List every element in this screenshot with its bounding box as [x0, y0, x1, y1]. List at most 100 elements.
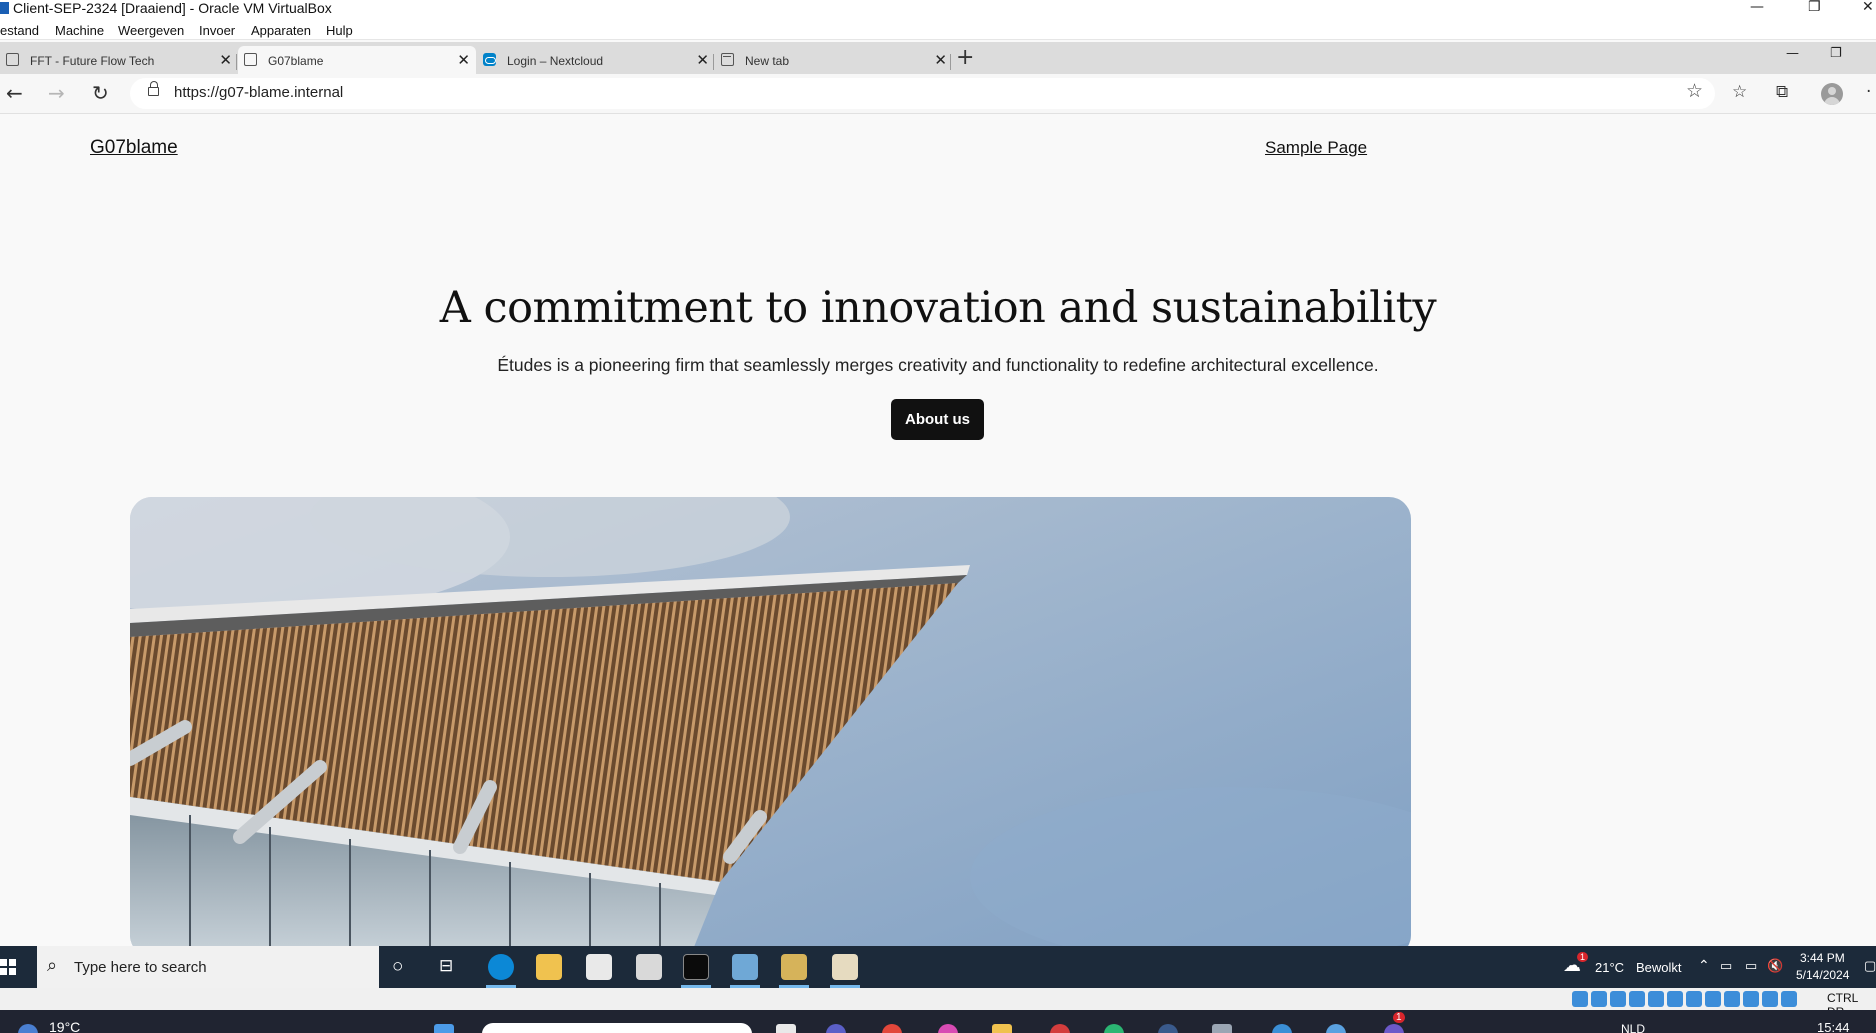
start-icon[interactable]	[0, 959, 17, 976]
collections-icon[interactable]: ⧉	[1776, 82, 1788, 102]
menu-item-input[interactable]: Invoer	[199, 23, 235, 38]
taskbar-time[interactable]: 3:44 PM	[1800, 951, 1845, 965]
tab-label: Login – Nextcloud	[507, 54, 604, 68]
task-view-icon[interactable]: ⊟	[439, 956, 453, 976]
store-icon[interactable]	[586, 954, 612, 980]
profile-avatar-icon[interactable]	[1821, 83, 1843, 105]
vbox-device-icons[interactable]	[1572, 991, 1800, 1011]
cpu-icon[interactable]	[1743, 991, 1759, 1007]
tab-new-tab[interactable]: New tab ✕	[715, 46, 953, 74]
file-explorer-icon[interactable]	[536, 954, 562, 980]
back-arrow-icon[interactable]: ←	[6, 81, 23, 105]
host-app-icon[interactable]	[1384, 1024, 1404, 1033]
host-folder-icon[interactable]	[992, 1024, 1012, 1033]
host-virtualbox-icon[interactable]	[1212, 1024, 1232, 1033]
host-app-icon[interactable]	[1326, 1024, 1346, 1033]
favorites-list-icon[interactable]: ☆	[1732, 82, 1747, 102]
page-icon	[244, 53, 257, 66]
optical-drive-icon[interactable]	[1591, 991, 1607, 1007]
mail-icon[interactable]	[636, 954, 662, 980]
host-app-icon[interactable]	[1272, 1024, 1292, 1033]
menu-item-file[interactable]: estand	[0, 23, 39, 38]
host-weather-icon[interactable]	[18, 1024, 38, 1033]
browser-minimize-icon[interactable]: —	[1786, 46, 1799, 61]
tab-nextcloud-login[interactable]: Login – Nextcloud ✕	[477, 46, 715, 74]
host-app-icon[interactable]	[1050, 1024, 1070, 1033]
display-icon[interactable]	[1705, 991, 1721, 1007]
notepad-icon[interactable]	[832, 954, 858, 980]
close-icon[interactable]: ✕	[1862, 0, 1874, 15]
site-title-link[interactable]: G07blame	[90, 137, 178, 159]
menu-item-view[interactable]: Weergeven	[118, 23, 184, 38]
nav-link-sample-page[interactable]: Sample Page	[1265, 138, 1367, 158]
display-icon[interactable]: ▭	[1745, 958, 1757, 974]
browser-toolbar: ← → ↻ https://g07-blame.internal ☆ ☆ ⧉ ·	[0, 74, 1876, 114]
taskbar-date[interactable]: 5/14/2024	[1796, 968, 1849, 982]
host-clock[interactable]: 15:44	[1817, 1020, 1850, 1033]
close-tab-icon[interactable]: ✕	[457, 51, 470, 69]
new-tab-plus-icon[interactable]: +	[956, 45, 974, 70]
edge-browser-icon[interactable]	[488, 954, 514, 980]
menu-item-devices[interactable]: Apparaten	[251, 23, 311, 38]
search-icon: ⌕	[47, 955, 58, 976]
restore-icon[interactable]: ❐	[1808, 0, 1821, 15]
lock-icon[interactable]	[148, 81, 159, 96]
cortana-icon[interactable]: ○	[392, 956, 403, 978]
network-icon[interactable]: ▭	[1720, 958, 1732, 974]
refresh-icon[interactable]: ↻	[92, 81, 109, 105]
taskbar-search-box[interactable]: ⌕ Type here to search	[37, 946, 379, 988]
minimize-icon[interactable]: —	[1750, 0, 1764, 15]
host-taskbar: 19°C 1 NLD 15:44	[0, 1010, 1876, 1033]
terminal-icon[interactable]	[683, 954, 709, 980]
browser-restore-icon[interactable]: ❐	[1830, 46, 1842, 61]
new-tab-icon	[721, 53, 734, 66]
forward-arrow-icon[interactable]: →	[48, 81, 65, 105]
more-options-icon[interactable]: ·	[1866, 82, 1871, 102]
shared-folder-icon[interactable]	[1686, 991, 1702, 1007]
volume-muted-icon[interactable]: 🔇	[1767, 958, 1783, 974]
host-badge: 1	[1393, 1012, 1405, 1023]
weather-temp[interactable]: 21°C	[1595, 960, 1624, 975]
close-tab-icon[interactable]: ✕	[219, 51, 232, 69]
recording-icon[interactable]	[1724, 991, 1740, 1007]
host-app-icon[interactable]	[882, 1024, 902, 1033]
vbox-status-bar: CTRL DR	[0, 988, 1876, 1019]
windows-taskbar: ⌕ Type here to search ○ ⊟ ☁ 1 21°C Bewol…	[0, 946, 1876, 988]
menu-item-machine[interactable]: Machine	[55, 23, 104, 38]
notification-icon[interactable]: ▢	[1864, 958, 1876, 974]
host-app-icon[interactable]	[826, 1024, 846, 1033]
host-task-view-icon[interactable]	[776, 1024, 796, 1033]
keyboard-icon[interactable]	[1781, 991, 1797, 1007]
mouse-integration-icon[interactable]	[1762, 991, 1778, 1007]
weather-badge: 1	[1577, 952, 1589, 962]
menu-item-help[interactable]: Hulp	[326, 23, 353, 38]
server-manager-icon[interactable]	[781, 954, 807, 980]
host-app-icon[interactable]	[1158, 1024, 1178, 1033]
host-app-icon[interactable]	[938, 1024, 958, 1033]
host-temp: 19°C	[49, 1019, 81, 1033]
hard-disk-icon[interactable]	[1572, 991, 1588, 1007]
tab-g07blame[interactable]: G07blame ✕	[238, 46, 476, 74]
tab-fft[interactable]: FFT - Future Flow Tech ✕	[0, 46, 238, 74]
hero-subtext: Études is a pioneering firm that seamles…	[497, 355, 1379, 375]
favorite-star-icon[interactable]: ☆	[1686, 80, 1703, 102]
weather-text[interactable]: Bewolkt	[1636, 960, 1682, 975]
about-us-button[interactable]: About us	[891, 399, 984, 440]
chevron-up-icon[interactable]: ⌃	[1698, 957, 1710, 974]
close-tab-icon[interactable]: ✕	[934, 51, 947, 69]
host-language[interactable]: NLD	[1621, 1022, 1645, 1033]
floppy-icon[interactable]	[1610, 991, 1626, 1007]
close-tab-icon[interactable]: ✕	[696, 51, 709, 69]
network-adapter-icon[interactable]	[1648, 991, 1664, 1007]
usb-icon[interactable]	[1667, 991, 1683, 1007]
host-app-icon[interactable]	[1104, 1024, 1124, 1033]
browser-tab-strip: FFT - Future Flow Tech ✕ G07blame ✕ Logi…	[0, 42, 1876, 74]
audio-icon[interactable]	[1629, 991, 1645, 1007]
address-bar[interactable]: https://g07-blame.internal ☆	[130, 78, 1715, 109]
network-app-icon[interactable]	[732, 954, 758, 980]
url-text[interactable]: https://g07-blame.internal	[174, 84, 343, 101]
host-start-icon[interactable]	[434, 1024, 454, 1033]
tab-divider	[236, 54, 237, 70]
host-search-box[interactable]	[482, 1023, 752, 1033]
hero-heading: A commitment to innovation and sustainab…	[439, 283, 1437, 333]
